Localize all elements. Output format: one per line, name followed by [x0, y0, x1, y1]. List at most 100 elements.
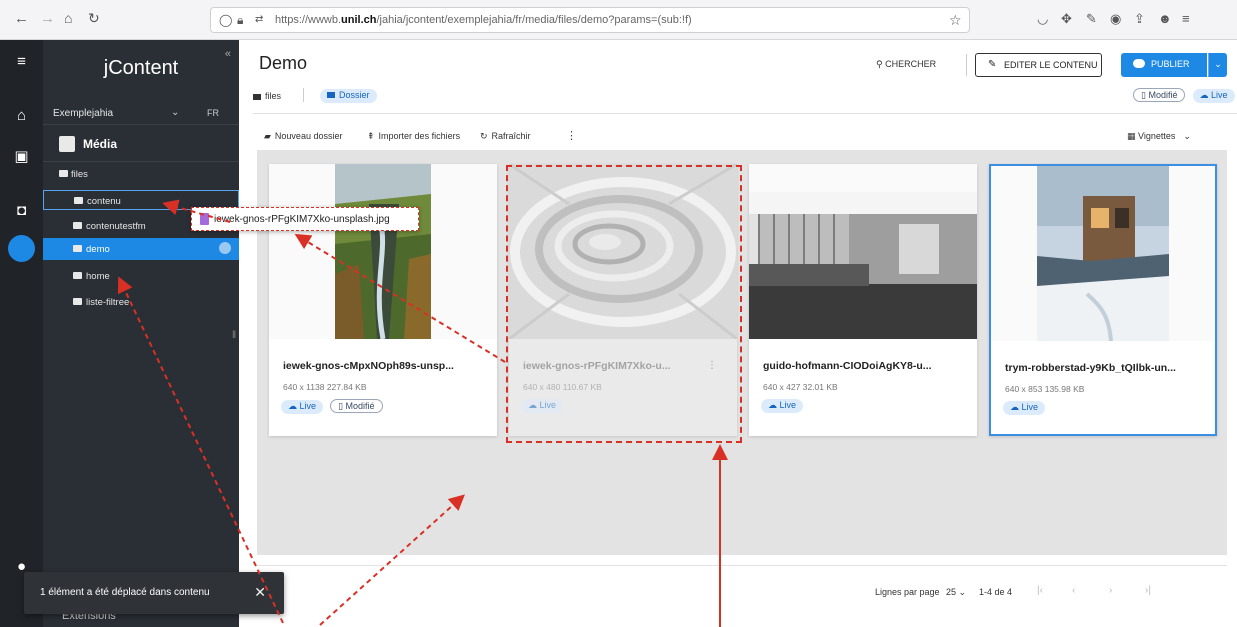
live-badge: ☁ Live — [761, 399, 804, 413]
rows-per-page-label: Lignes par page — [875, 587, 940, 597]
thumbnail — [269, 164, 497, 339]
media-card-name: iewek-gnos-rPFgKIM7Xko-u... — [523, 360, 671, 372]
sidebar-resize-handle[interactable]: ‖ — [232, 330, 236, 341]
back-icon[interactable]: ← — [14, 10, 29, 27]
tree-item-label: files — [71, 169, 88, 180]
breadcrumb-files[interactable]: files — [253, 91, 281, 101]
close-icon[interactable]: ✕ — [254, 584, 266, 601]
jcontent-app-icon[interactable] — [8, 235, 35, 262]
search-icon: ⚲ — [876, 59, 886, 69]
media-section-header[interactable]: Média — [43, 128, 239, 162]
media-card-badges: ☁ Live — [1003, 401, 1049, 415]
thumbnail — [749, 164, 977, 339]
content-icon[interactable]: ◘ — [0, 202, 43, 219]
thumbnail-image — [991, 166, 1215, 341]
pencil-icon: ✎ — [988, 59, 997, 70]
new-folder-label: Nouveau dossier — [274, 131, 343, 141]
bookmark-star-icon[interactable]: ☆ — [949, 12, 962, 29]
media-card-meta: 640 x 480 110.67 KB — [523, 382, 602, 392]
site-selector[interactable]: Exemplejahia ⌄ FR — [43, 103, 239, 125]
folder-type-badge: Dossier — [320, 89, 377, 103]
tree-item-label: home — [86, 271, 110, 282]
clipboard-icon[interactable]: ▣ — [0, 147, 43, 165]
last-page-icon[interactable]: ›| — [1145, 585, 1151, 596]
home-icon[interactable]: ⌂ — [64, 10, 72, 26]
main-content: Demo files Dossier ⚲ CHERCHER ✎ EDITER LE… — [239, 40, 1237, 627]
more-actions-icon[interactable]: ⋮ — [566, 129, 577, 142]
edit-content-label: EDITER LE CONTENU — [1004, 60, 1098, 70]
media-card[interactable]: guido-hofmann-CIODoiAgKY8-u... 640 x 427… — [749, 164, 977, 436]
account-icon[interactable]: ◉ — [1110, 11, 1121, 27]
folder-type-label: Dossier — [339, 90, 370, 100]
media-card-badges: ☁ Live — [761, 399, 807, 413]
first-page-icon[interactable]: |‹ — [1037, 585, 1043, 596]
pagination-bar: Lignes par page 25 ⌄ 1-4 de 4 |‹ ‹ › ›| — [257, 565, 1227, 617]
media-card-meta: 640 x 427 32.01 KB — [763, 382, 838, 392]
publish-button[interactable]: PUBLIER — [1121, 53, 1207, 77]
media-card-dragging[interactable]: iewek-gnos-rPFgKIM7Xko-u... ⋮ 640 x 480 … — [509, 164, 737, 436]
drag-preview-filename: iewek-gnos-rPFgKIM7Xko-unsplash.jpg — [214, 214, 390, 225]
info-icon[interactable] — [219, 242, 231, 254]
pocket-icon[interactable]: ◡ — [1037, 11, 1048, 27]
status-chips: ▯ Modifié ☁ Live — [1129, 88, 1235, 103]
menu-icon[interactable]: ≡ — [1182, 11, 1190, 26]
tree-item-label: contenutestfm — [86, 221, 146, 232]
view-mode-select[interactable]: ▦ Vignettes ⌄ — [1127, 131, 1191, 142]
site-name: Exemplejahia — [53, 108, 114, 119]
tree-item-demo[interactable]: demo — [43, 238, 239, 260]
header-divider-line — [253, 113, 1237, 114]
live-badge: ☁ Live — [1003, 401, 1046, 415]
media-card-meta: 640 x 853 135.98 KB — [1005, 384, 1085, 394]
live-badge: ☁ Live — [521, 399, 564, 413]
page-title: Demo — [259, 53, 308, 73]
tree-item-liste-filtree[interactable]: liste-filtree — [43, 292, 239, 312]
search-label: CHERCHER — [885, 59, 937, 69]
new-folder-icon: ▰ — [264, 131, 271, 141]
forward-icon[interactable]: → — [40, 10, 55, 27]
refresh-icon: ↻ — [480, 131, 488, 141]
tree-item-home[interactable]: home — [43, 266, 239, 286]
rows-per-page-select[interactable]: 25 ⌄ — [946, 587, 966, 598]
chevron-down-icon[interactable]: ⌄ — [171, 107, 179, 118]
home-icon[interactable]: ⌂ — [0, 107, 43, 124]
wrench-icon[interactable]: ✎ — [1086, 11, 1097, 27]
app-rail: ≡ ⌂ ▣ ◘ ● — [0, 40, 43, 627]
thumbnail — [509, 164, 737, 339]
upload-files-button[interactable]: ⇞ Importer des fichiers — [367, 131, 460, 142]
refresh-label: Rafraîchir — [491, 131, 531, 141]
permissions-icon[interactable]: ⇄ — [255, 14, 263, 25]
shield-icon[interactable]: ◯ — [219, 13, 232, 27]
new-folder-button[interactable]: ▰ Nouveau dossier — [264, 131, 342, 142]
next-page-icon[interactable]: › — [1109, 585, 1112, 596]
collapse-sidebar-icon[interactable]: « — [225, 48, 231, 60]
extensions-icon[interactable]: ✥ — [1061, 11, 1072, 27]
search-button[interactable]: ⚲ CHERCHER — [876, 59, 936, 70]
card-more-icon[interactable]: ⋮ — [707, 360, 717, 371]
media-card-name: trym-robberstad-y9Kb_tQIlbk-un... — [1005, 362, 1176, 374]
media-card-selected[interactable]: trym-robberstad-y9Kb_tQIlbk-un... 640 x … — [989, 164, 1217, 436]
prev-page-icon[interactable]: ‹ — [1072, 585, 1075, 596]
profile-icon[interactable]: ☻ — [1158, 11, 1172, 26]
edit-content-button[interactable]: ✎ EDITER LE CONTENU — [975, 53, 1102, 77]
reload-icon[interactable]: ↻ — [88, 10, 100, 27]
file-icon — [200, 213, 209, 225]
folder-icon — [59, 170, 68, 177]
image-icon — [59, 136, 75, 152]
media-card-meta: 640 x 1138 227.84 KB — [283, 382, 367, 392]
tree-item-files[interactable]: files — [43, 164, 239, 184]
address-bar[interactable]: ◯ 🔒︎ ⇄ https://wwwb.unil.ch/jahia/jconte… — [210, 7, 970, 33]
folder-icon — [73, 298, 82, 305]
app-brand: jContent — [103, 57, 179, 79]
publish-menu-chevron-icon[interactable]: ⌄ — [1208, 53, 1227, 77]
tree-item-label: liste-filtree — [86, 297, 130, 308]
media-card-badges: ☁ Live ▯ Modifié — [281, 399, 387, 414]
language-selector[interactable]: FR — [207, 108, 219, 118]
media-card[interactable]: iewek-gnos-cMpxNOph89s-unsp... 640 x 113… — [269, 164, 497, 436]
hamburger-menu-icon[interactable]: ≡ — [0, 53, 43, 70]
url-text: https://wwwb.unil.ch/jahia/jcontent/exem… — [275, 14, 692, 26]
lock-icon[interactable]: 🔒︎ — [237, 13, 243, 28]
tree-item-label: demo — [86, 244, 110, 255]
cloud-upload-icon — [1133, 59, 1145, 68]
refresh-button[interactable]: ↻ Rafraîchir — [480, 131, 531, 142]
share-icon[interactable]: ⇪ — [1134, 11, 1145, 27]
